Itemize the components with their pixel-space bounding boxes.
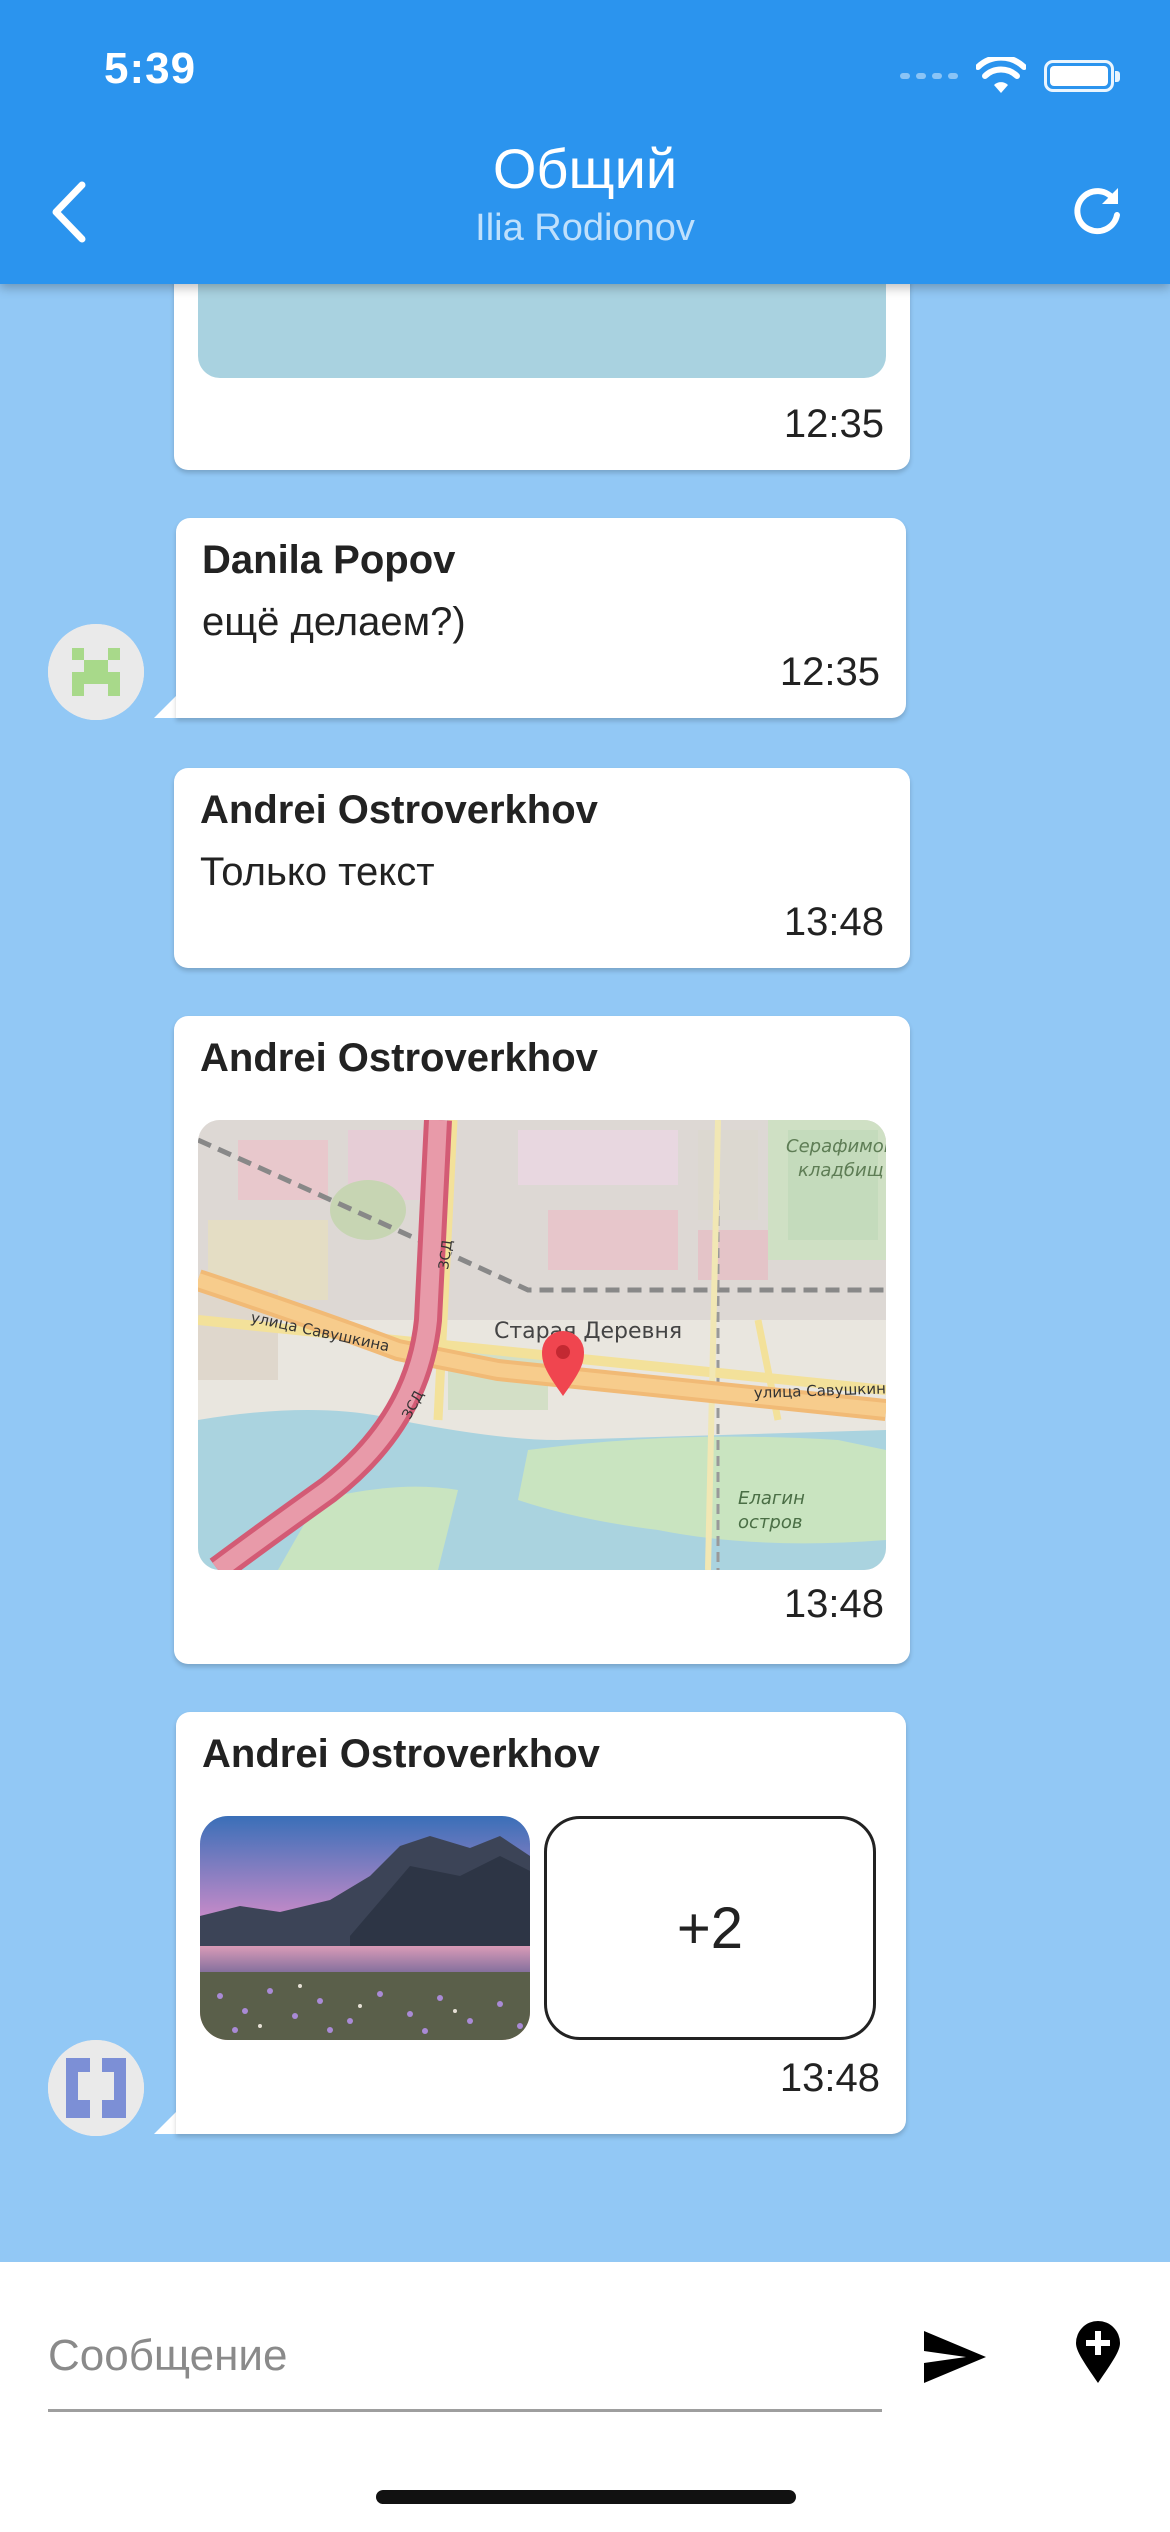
status-time: 5:39 xyxy=(104,44,197,93)
page-subtitle: Ilia Rodionov xyxy=(475,207,695,249)
signal-icon xyxy=(900,73,958,79)
status-icons xyxy=(900,52,1120,100)
gallery-image[interactable] xyxy=(200,1816,530,2040)
message-text: Только текст xyxy=(200,850,435,894)
message-sender: Danila Popov xyxy=(202,538,456,582)
message-bubble[interactable]: Andrei Ostroverkhov Только текст 13:48 xyxy=(174,768,910,968)
map-label-island-2: остров xyxy=(738,1512,802,1533)
add-location-icon xyxy=(1076,2321,1120,2383)
map-label-district: Старая Деревня xyxy=(494,1319,682,1344)
message-time: 12:35 xyxy=(783,402,884,446)
add-location-button[interactable] xyxy=(1070,2312,1126,2392)
message-time: 13:48 xyxy=(783,1582,884,1626)
message-input[interactable] xyxy=(48,2302,882,2412)
more-images-button[interactable]: +2 xyxy=(544,1816,876,2040)
map-preview[interactable]: ЗСД ЗСД Старая Деревня улица Савушкина у… xyxy=(198,1120,886,1570)
battery-icon xyxy=(1044,60,1120,92)
message-sender: Andrei Ostroverkhov xyxy=(200,1036,598,1080)
avatar[interactable] xyxy=(48,2040,144,2136)
map-label-cemetery-1: Серафимов xyxy=(786,1136,886,1157)
map-label-cemetery-2: кладбищ xyxy=(798,1160,884,1181)
message-bubble[interactable]: Danila Popov ещё делаем?) 12:35 xyxy=(176,518,906,718)
avatar[interactable] xyxy=(48,624,144,720)
wifi-icon xyxy=(976,57,1026,95)
message-time: 12:35 xyxy=(779,650,880,694)
message-time: 13:48 xyxy=(779,2056,880,2100)
message-text: ещё делаем?) xyxy=(202,600,466,644)
home-indicator xyxy=(376,2490,796,2504)
message-time: 13:48 xyxy=(783,900,884,944)
message-bubble[interactable]: Andrei Ostroverkhov xyxy=(174,1016,910,1664)
page-title: Общий xyxy=(492,137,678,200)
refresh-icon xyxy=(1074,188,1120,235)
send-icon xyxy=(924,2331,986,2383)
send-button[interactable] xyxy=(916,2318,994,2396)
title-block: Общий Ilia Rodionov xyxy=(0,138,1170,252)
app-header: 5:39 Общий Ilia Rodionov xyxy=(0,0,1170,284)
refresh-button[interactable] xyxy=(1062,176,1132,246)
message-sender: Andrei Ostroverkhov xyxy=(202,1732,600,1776)
message-sender: Andrei Ostroverkhov xyxy=(200,788,598,832)
message-bubble[interactable]: Andrei Ostroverkhov xyxy=(176,1712,906,2134)
map-label-island-1: Елагин xyxy=(738,1488,805,1509)
